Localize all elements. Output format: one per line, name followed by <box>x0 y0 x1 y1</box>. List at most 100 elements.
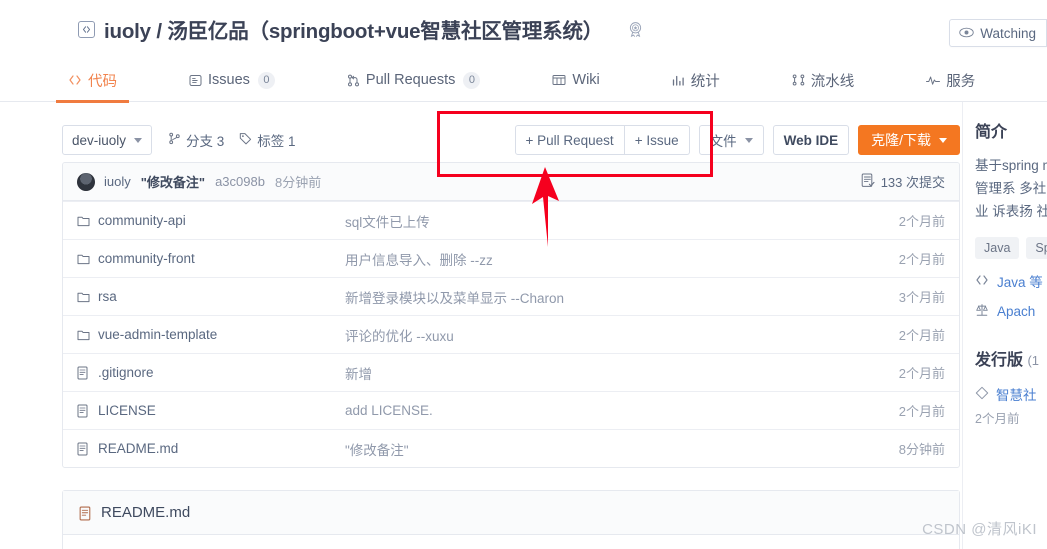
sidebar-license-label: Apach <box>997 304 1036 319</box>
page-title[interactable]: iuoly / 汤臣亿品（springboot+vue智慧社区管理系统） <box>104 14 603 44</box>
branch-selector[interactable]: dev-iuoly <box>62 125 153 155</box>
watching-label: Watching <box>980 25 1036 41</box>
branch-selector-label: dev-iuoly <box>72 132 127 148</box>
tags-link[interactable]: 标签 1 <box>239 130 296 150</box>
file-link[interactable]: LICENSE <box>98 403 156 418</box>
nav-spacer-4 <box>600 58 672 101</box>
readme-body <box>63 535 959 549</box>
new-pull-request-button[interactable]: + Pull Request <box>514 125 625 155</box>
pipeline-icon <box>792 74 805 86</box>
file-link[interactable]: .gitignore <box>98 365 154 380</box>
tab-services[interactable]: 服务 <box>926 58 975 102</box>
tab-issues-label: Issues <box>208 72 250 88</box>
tab-pipeline[interactable]: 流水线 <box>792 58 854 102</box>
sidebar-release-count: (1 <box>1027 353 1040 368</box>
activity-icon <box>926 75 941 86</box>
repo-title-wrap: iuoly / 汤臣亿品（springboot+vue智慧社区管理系统） <box>78 14 645 44</box>
table-row[interactable]: community-front 用户信息导入、删除 --zz 2个月前 <box>63 239 959 277</box>
sidebar-license-link[interactable]: Apach <box>975 303 1047 320</box>
avatar[interactable] <box>77 172 95 191</box>
table-row[interactable]: community-api sql文件已上传 2个月前 <box>63 201 959 239</box>
file-time: 8分钟前 <box>898 442 945 457</box>
book-icon <box>552 74 566 86</box>
tab-pull-requests-count: 0 <box>463 71 481 89</box>
chart-bar-icon <box>672 74 685 86</box>
nav-spacer-5 <box>720 58 792 101</box>
new-issue-button[interactable]: + Issue <box>624 125 690 155</box>
file-commit-message: "修改备注" <box>345 442 409 458</box>
file-link[interactable]: rsa <box>98 289 117 304</box>
file-time: 2个月前 <box>898 252 945 267</box>
list-item[interactable]: Java <box>975 237 1020 259</box>
nav-spacer-1 <box>117 58 189 101</box>
commit-sha[interactable]: a3c098b <box>215 174 265 189</box>
tab-issues[interactable]: Issues 0 <box>189 58 275 102</box>
watermark: CSDN @清风iKI <box>922 521 1037 538</box>
table-row[interactable]: rsa 新增登录模块以及菜单显示 --Charon 3个月前 <box>63 277 959 315</box>
file-link[interactable]: community-api <box>98 213 186 228</box>
file-name-cell: .gitignore <box>77 365 345 380</box>
main-content: dev-iuoly 分支 3 标签 1 + Pull Request + Iss… <box>62 118 960 549</box>
sidebar-description: 基于spring mysql + fa 社区管理系 多社区管理 区管理、业 诉表… <box>975 158 1047 219</box>
commit-author[interactable]: iuoly <box>104 174 131 189</box>
chevron-down-icon <box>939 137 947 143</box>
toolbar-actions: + Pull Request + Issue 文件 Web IDE 克隆/下载 <box>514 125 960 155</box>
file-icon <box>79 506 92 520</box>
clone-download-button[interactable]: 克隆/下载 <box>858 125 960 155</box>
branches-link[interactable]: 分支 3 <box>168 130 224 150</box>
commit-message[interactable]: "修改备注" <box>141 172 205 191</box>
file-name-cell: vue-admin-template <box>77 327 345 342</box>
file-name-cell: community-api <box>77 213 345 228</box>
code-brackets-icon <box>78 20 95 38</box>
tab-code-label: 代码 <box>88 73 117 90</box>
repo-sidebar: 简介 基于spring mysql + fa 社区管理系 多社区管理 区管理、业… <box>975 118 1047 427</box>
file-time: 3个月前 <box>898 290 945 305</box>
web-ide-button[interactable]: Web IDE <box>772 125 850 155</box>
tab-services-label: 服务 <box>946 73 976 90</box>
commits-count-link[interactable]: 133 次提交 <box>861 172 945 191</box>
table-row[interactable]: .gitignore 新增 2个月前 <box>63 353 959 391</box>
tab-wiki[interactable]: Wiki <box>552 58 600 102</box>
file-browser-panel: iuoly "修改备注" a3c098b 8分钟前 133 次提交 commun… <box>62 162 960 468</box>
table-row[interactable]: README.md "修改备注" 8分钟前 <box>63 429 959 467</box>
readme-panel: README.md <box>62 490 960 549</box>
tab-issues-count: 0 <box>257 71 275 89</box>
sidebar-release-link[interactable]: 智慧社 <box>975 384 1047 404</box>
file-dropdown-button[interactable]: 文件 <box>698 125 764 155</box>
page-root: iuoly / 汤臣亿品（springboot+vue智慧社区管理系统） Wat… <box>0 0 1047 549</box>
table-row[interactable]: vue-admin-template 评论的优化 --xuxu 2个月前 <box>63 315 959 353</box>
license-scale-icon <box>975 303 989 320</box>
code-icon <box>975 274 989 289</box>
file-commit-message: sql文件已上传 <box>345 214 430 230</box>
sidebar-language-link[interactable]: Java 等 <box>975 271 1047 291</box>
sidebar-release-title-text: 发行版 <box>975 352 1024 369</box>
file-link[interactable]: vue-admin-template <box>98 327 217 342</box>
watching-button[interactable]: Watching <box>949 19 1047 47</box>
file-icon <box>77 366 90 380</box>
readme-title: README.md <box>101 504 191 521</box>
chevron-down-icon <box>134 137 143 143</box>
commits-count-label: 133 次提交 <box>880 175 945 190</box>
file-commit-message: 用户信息导入、删除 --zz <box>345 252 493 268</box>
file-commit-message: 评论的优化 --xuxu <box>345 328 454 344</box>
file-link[interactable]: community-front <box>98 251 195 266</box>
sidebar-language-label: Java 等 <box>997 275 1043 290</box>
repo-nav-tabs: 代码 Issues 0 Pull Requests 0 Wiki 统计 流水线 … <box>0 58 1047 103</box>
table-row[interactable]: LICENSE add LICENSE. 2个月前 <box>63 391 959 429</box>
file-link[interactable]: README.md <box>98 441 178 456</box>
content-divider <box>962 102 963 549</box>
tab-statistics[interactable]: 统计 <box>672 58 720 102</box>
branches-label: 分支 3 <box>186 134 225 149</box>
nav-spacer-2 <box>275 58 347 101</box>
file-icon <box>77 404 90 418</box>
create-button-group: + Pull Request + Issue <box>514 125 690 155</box>
award-badge-icon <box>626 20 645 39</box>
sidebar-intro-title: 简介 <box>975 124 1008 141</box>
folder-icon <box>77 252 90 266</box>
tab-code[interactable]: 代码 <box>56 58 129 103</box>
list-item[interactable]: Sp <box>1026 237 1047 259</box>
commit-time: 8分钟前 <box>274 175 322 190</box>
tab-pull-requests[interactable]: Pull Requests 0 <box>347 58 481 102</box>
code-icon <box>68 74 82 86</box>
file-commit-message: 新增登录模块以及菜单显示 --Charon <box>345 290 565 306</box>
